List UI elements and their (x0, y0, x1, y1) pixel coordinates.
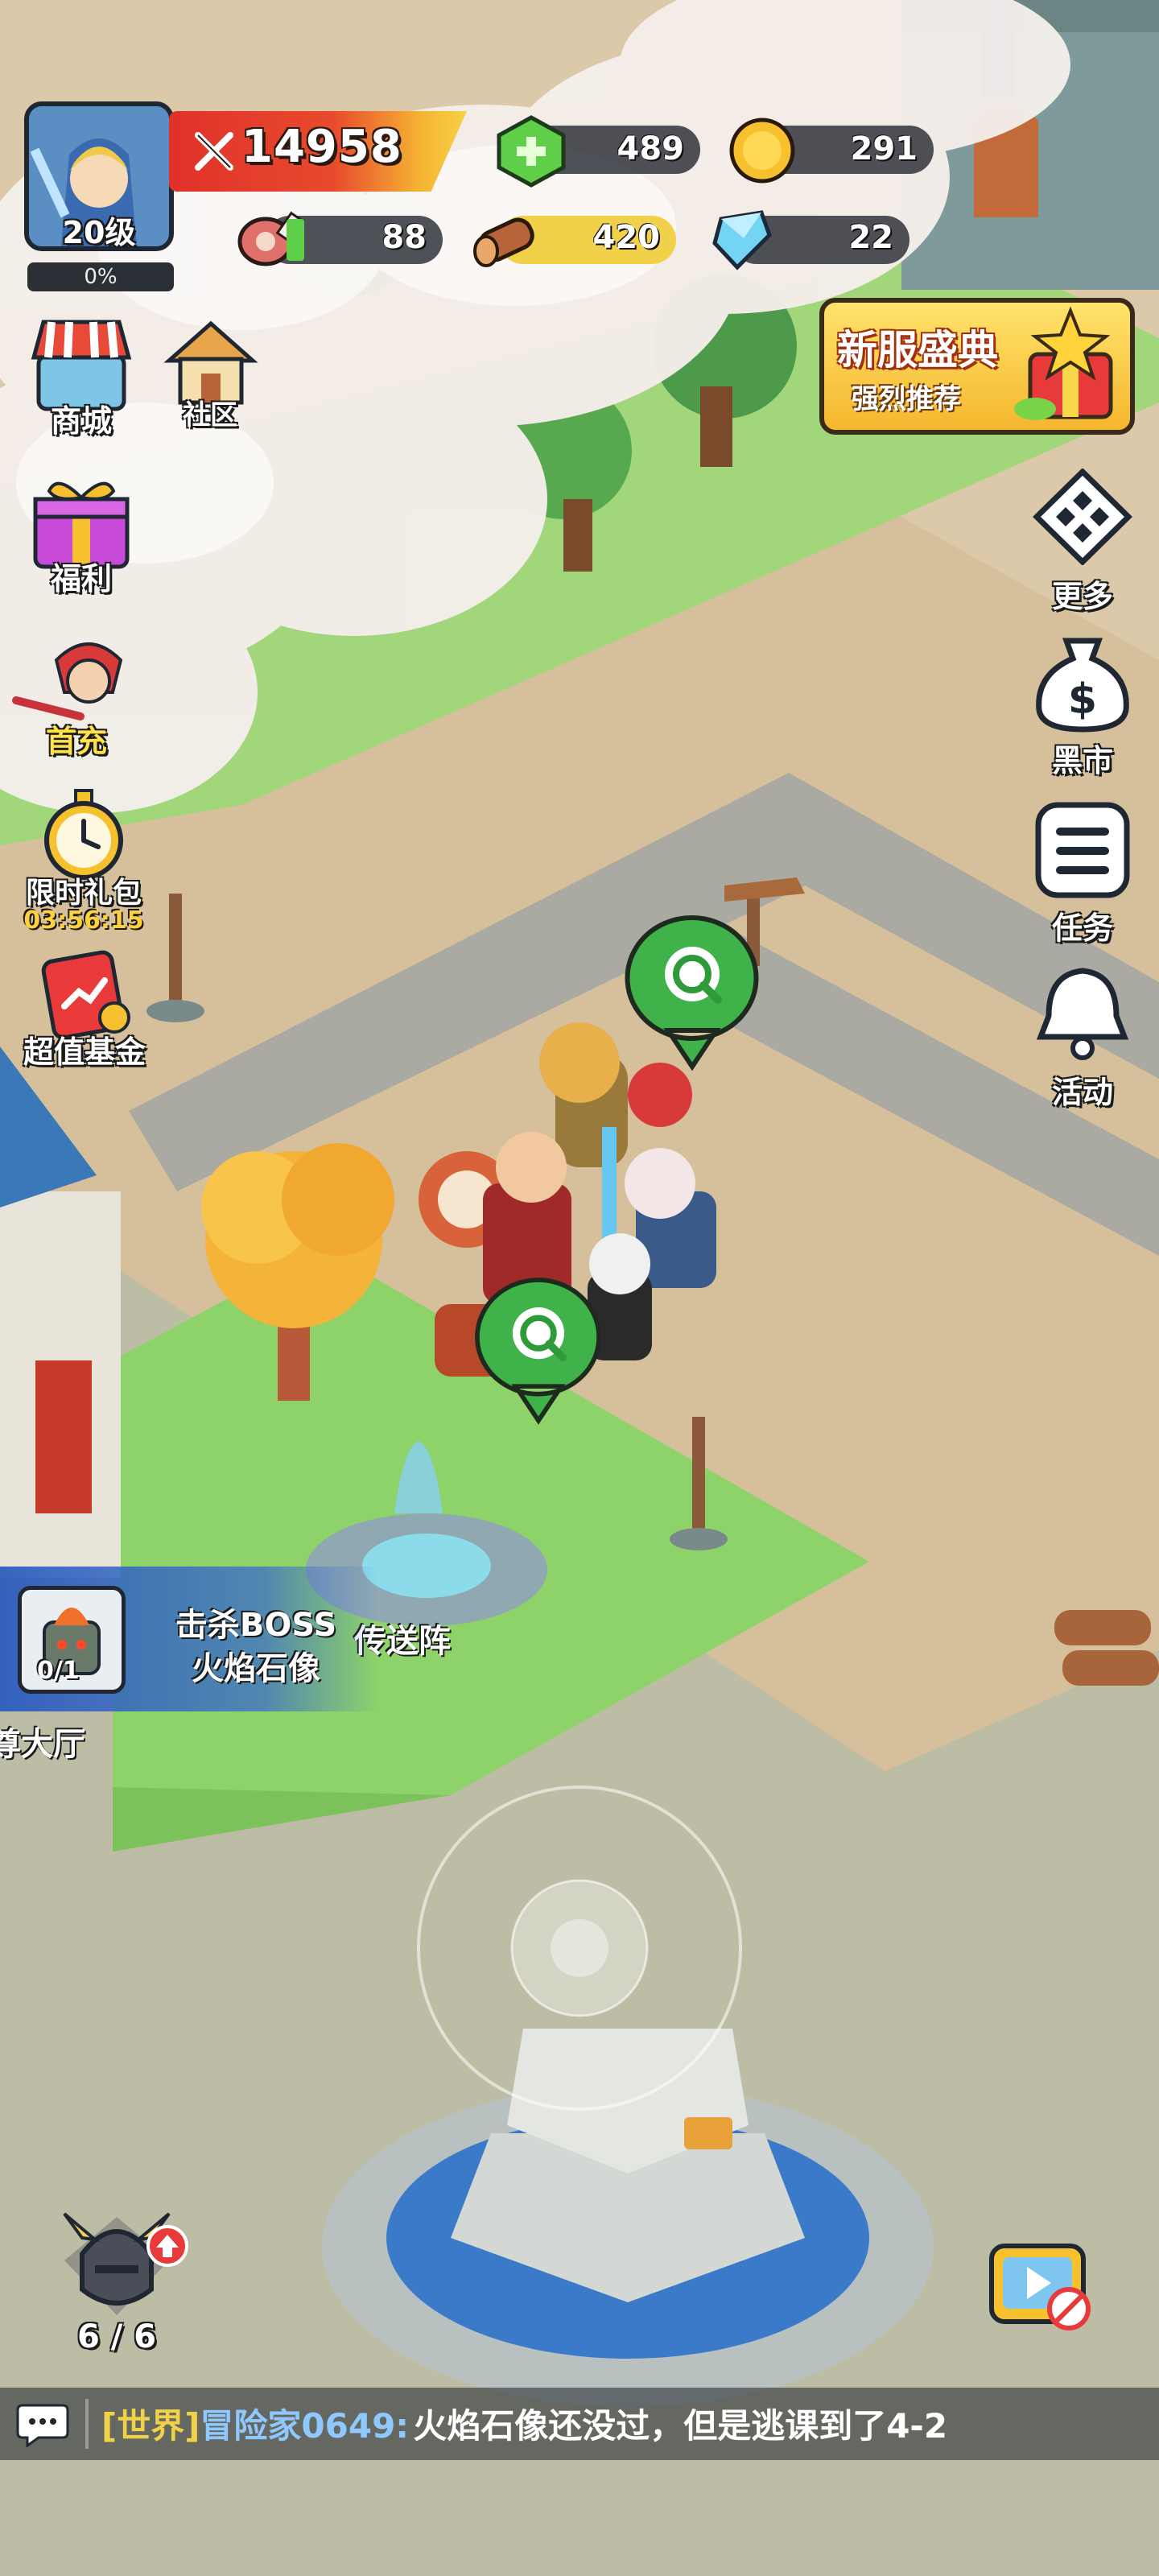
search-marker-upper[interactable] (620, 910, 765, 1071)
promo-title: 新服盛典 (837, 327, 998, 374)
xp-bar: 0% (27, 262, 174, 291)
tasks-button[interactable]: 任务 (1030, 800, 1135, 946)
chat-sender: 冒险家0649: (200, 2406, 410, 2446)
tasks-label: 任务 (1051, 910, 1113, 946)
power-value: 14958 (241, 121, 402, 173)
quest-line2: 火焰石像 (192, 1650, 320, 1687)
gold-value: 291 (850, 130, 918, 167)
chat-message-line[interactable]: [世界]冒险家0649: 火焰石像还没过，但是逃课到了4-2 (101, 2399, 947, 2448)
black-market-button[interactable]: $ 黑市 (1030, 633, 1135, 778)
task-list-icon (1035, 802, 1130, 898)
green-gem-plus-icon[interactable] (493, 113, 570, 190)
quest-progress: 0/1 (37, 1657, 80, 1685)
chat-message: 火焰石像还没过，但是逃课到了4-2 (413, 2406, 948, 2446)
limited-gift-button[interactable]: 限时礼包 03:56:15 (11, 789, 156, 942)
gold-coin-icon (729, 118, 795, 184)
first-charge-label: 首充 (45, 724, 107, 759)
value-fund-label: 超值基金 (23, 1034, 146, 1070)
chat-channel: [世界] (101, 2406, 200, 2446)
blue-crystal-icon (712, 210, 772, 270)
community-label: 社区 (183, 399, 237, 431)
svg-text:$: $ (1068, 675, 1097, 724)
crystal-value: 22 (848, 219, 893, 256)
welfare-button[interactable]: 福利 (27, 473, 135, 597)
events-label: 活动 (1051, 1075, 1113, 1110)
welfare-label: 福利 (50, 561, 112, 597)
stopwatch-icon (44, 789, 123, 880)
promo-subtitle: 强烈推荐 (852, 383, 961, 415)
more-button[interactable]: 更多 (1030, 468, 1135, 614)
black-market-label: 黑市 (1051, 743, 1113, 778)
crossed-swords-icon (195, 132, 233, 171)
gift-star-icon (1014, 306, 1113, 420)
community-button[interactable]: 社区 (158, 319, 262, 440)
money-bag-icon: $ (1036, 638, 1129, 733)
limited-gift-label: 限时礼包 (25, 877, 142, 910)
meat-fill (287, 219, 304, 261)
knight-helmet-icon (63, 2212, 188, 2315)
gems-value: 489 (617, 130, 685, 167)
events-button[interactable]: 活动 (1030, 964, 1135, 1110)
shop-label: 商城 (50, 403, 112, 439)
first-charge-button[interactable]: 首充 (8, 636, 145, 759)
four-dots-diamond-icon (1033, 468, 1132, 566)
more-label: 更多 (1051, 579, 1113, 614)
quest-line1: 击杀BOSS (175, 1607, 337, 1644)
limited-gift-timer: 03:56:15 (23, 906, 144, 935)
chat-divider (85, 2399, 89, 2449)
shop-button[interactable]: 商城 (27, 316, 135, 439)
video-reward-button[interactable] (974, 2222, 1103, 2343)
wood-value: 420 (592, 219, 661, 256)
heroes-button[interactable]: 6 / 6 (32, 2206, 201, 2367)
meat-value: 88 (382, 219, 427, 256)
player-level: 20级 (62, 215, 136, 250)
chat-bubble-icon[interactable] (16, 2401, 69, 2447)
hall-label[interactable]: 尊大厅 (0, 1718, 85, 1765)
value-fund-button[interactable]: 超值基金 (8, 950, 161, 1071)
bell-icon (1036, 968, 1129, 1060)
xp-percent: 0% (84, 265, 118, 289)
heroes-count: 6 / 6 (76, 2318, 157, 2355)
fund-chart-card-icon (41, 950, 130, 1040)
search-marker-lower[interactable] (470, 1272, 607, 1425)
tv-play-icon (989, 2244, 1091, 2330)
